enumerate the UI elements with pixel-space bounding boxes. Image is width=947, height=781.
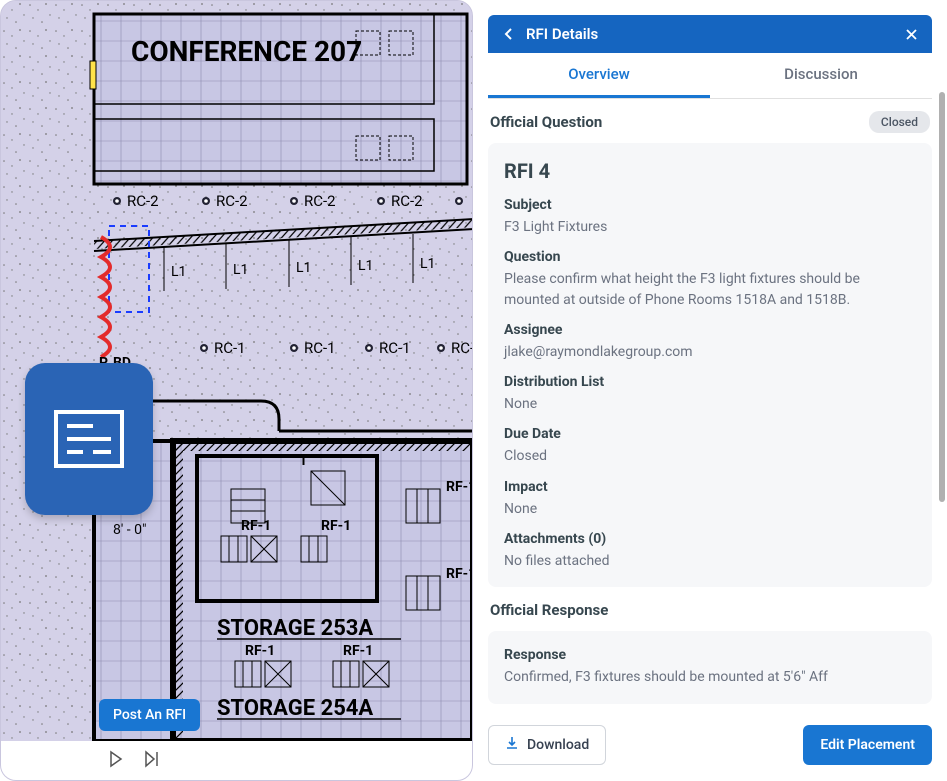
- assignee-label: Assignee: [504, 322, 916, 338]
- play-icon[interactable]: [107, 750, 125, 772]
- svg-text:RF-1: RF-1: [241, 518, 271, 534]
- duedate-value: Closed: [504, 446, 916, 466]
- question-value: Please confirm what height the F3 light …: [504, 269, 916, 310]
- tab-discussion[interactable]: Discussion: [710, 53, 932, 98]
- svg-text:RC-2: RC-2: [304, 192, 336, 210]
- attachments-label: Attachments (0): [504, 531, 916, 547]
- panel-header: RFI Details: [488, 15, 932, 53]
- download-icon: [505, 736, 519, 754]
- svg-text:L1: L1: [171, 264, 186, 280]
- post-rfi-button[interactable]: Post An RFI: [99, 699, 200, 731]
- svg-text:L1: L1: [420, 256, 435, 272]
- svg-text:RF-1: RF-1: [343, 643, 373, 659]
- subject-label: Subject: [504, 197, 916, 213]
- tabs: Overview Discussion: [488, 53, 932, 99]
- svg-text:RF-1: RF-1: [321, 518, 351, 534]
- svg-text:L1: L1: [296, 260, 311, 276]
- play-next-icon[interactable]: [143, 750, 161, 772]
- status-badge: Closed: [869, 111, 930, 133]
- response-value: Confirmed, F3 fixtures should be mounted…: [504, 667, 916, 687]
- assignee-value: jlake@raymondlakegroup.com: [504, 342, 916, 362]
- tab-overview[interactable]: Overview: [488, 53, 710, 98]
- svg-text:RF-1: RF-1: [446, 479, 472, 495]
- question-label: Question: [504, 249, 916, 265]
- subject-value: F3 Light Fixtures: [504, 217, 916, 237]
- floorplan-canvas[interactable]: CONFERENCE 207 RC-2 RC-2 RC-2 RC-2: [0, 0, 473, 781]
- official-question-label: Official Question: [490, 113, 602, 131]
- panel-title: RFI Details: [526, 25, 895, 43]
- svg-text:8' - 0": 8' - 0": [113, 522, 146, 538]
- svg-text:STORAGE 254A: STORAGE 254A: [217, 696, 373, 721]
- rfi-marker-icon[interactable]: [25, 363, 153, 515]
- attachments-value: No files attached: [504, 551, 916, 571]
- distribution-value: None: [504, 394, 916, 414]
- scrollbar[interactable]: [939, 92, 945, 512]
- svg-text:L1: L1: [358, 258, 373, 274]
- svg-text:RC-1: RC-1: [214, 339, 246, 357]
- svg-text:RC-1: RC-1: [379, 339, 411, 357]
- response-card: Response Confirmed, F3 fixtures should b…: [488, 631, 932, 703]
- duedate-label: Due Date: [504, 426, 916, 442]
- official-response-label: Official Response: [490, 601, 932, 619]
- edit-placement-button[interactable]: Edit Placement: [803, 725, 932, 765]
- download-label: Download: [527, 737, 589, 753]
- svg-text:RC-2: RC-2: [216, 192, 248, 210]
- svg-text:RF-1: RF-1: [245, 643, 275, 659]
- svg-text:RF-1: RF-1: [446, 566, 472, 582]
- svg-text:1: 1: [299, 453, 307, 469]
- impact-value: None: [504, 499, 916, 519]
- response-label: Response: [504, 647, 916, 663]
- distribution-label: Distribution List: [504, 374, 916, 390]
- back-icon[interactable]: [502, 27, 516, 41]
- question-card: RFI 4 Subject F3 Light Fixtures Question…: [488, 143, 932, 587]
- svg-text:RC-1: RC-1: [451, 339, 472, 357]
- svg-text:L1: L1: [233, 262, 248, 278]
- svg-text:RC-2: RC-2: [127, 192, 159, 210]
- svg-text:RC-1: RC-1: [304, 339, 336, 357]
- svg-text:RC-2: RC-2: [391, 192, 423, 210]
- svg-text:STORAGE 253A: STORAGE 253A: [217, 616, 373, 641]
- impact-label: Impact: [504, 479, 916, 495]
- close-icon[interactable]: [905, 28, 918, 41]
- rfi-title: RFI 4: [504, 159, 916, 183]
- svg-text:CONFERENCE 207: CONFERENCE 207: [131, 35, 362, 68]
- download-button[interactable]: Download: [488, 725, 606, 765]
